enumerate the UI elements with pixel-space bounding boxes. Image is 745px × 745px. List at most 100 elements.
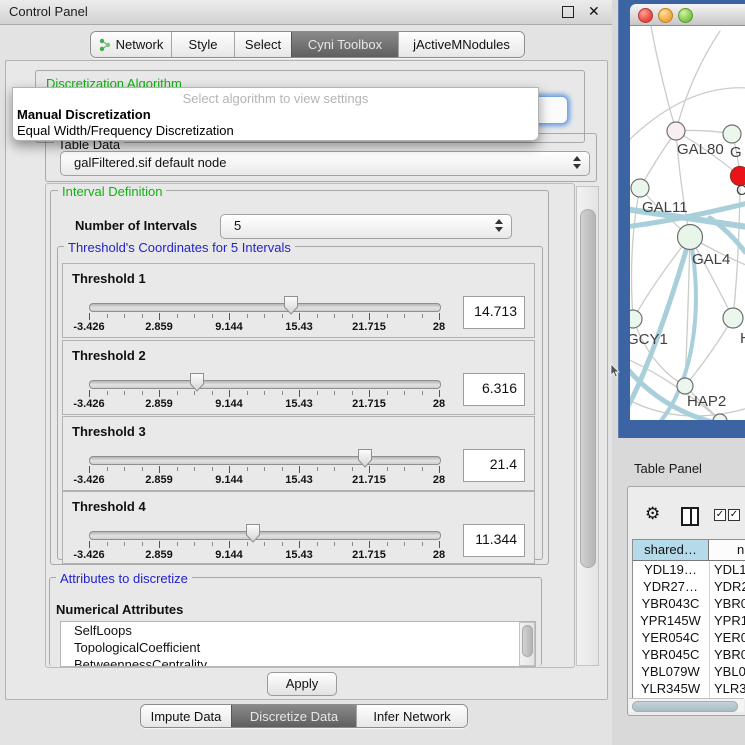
attribute-item[interactable]: TopologicalCoefficient <box>61 639 535 656</box>
network-canvas[interactable]: GAL80GCGAL11GAL4GCY1HHAP2 <box>630 26 745 420</box>
threshold-label: Threshold 3 <box>72 424 146 439</box>
number-of-intervals-combobox[interactable]: 5 <box>220 214 512 239</box>
table-row[interactable]: YDR27…YDR2 <box>633 578 745 595</box>
popup-item-equal-width[interactable]: Equal Width/Frequency Discretization <box>17 123 234 138</box>
minor-tick <box>194 467 195 471</box>
threshold-label: Threshold 4 <box>72 499 146 514</box>
tab-style[interactable]: Style <box>171 32 234 57</box>
minor-tick <box>124 467 125 471</box>
network-node-gcy1[interactable] <box>630 310 642 328</box>
column-divider <box>709 578 710 595</box>
slider-track[interactable] <box>89 380 441 389</box>
tab-jactivemnodules[interactable]: jActiveMNodules <box>398 32 524 57</box>
tab-discretize-data[interactable]: Discretize Data <box>231 705 356 727</box>
table-row[interactable]: YBR045CYBR0 <box>633 646 745 663</box>
table-hscrollbar-track[interactable] <box>629 698 744 712</box>
network-node-h[interactable] <box>723 308 743 328</box>
table-data-combobox[interactable]: galFiltered.sif default node <box>60 151 590 176</box>
table-row[interactable]: YPR145WYPR1 <box>633 612 745 629</box>
tab-label: Cyni Toolbox <box>308 37 382 52</box>
network-node-gal11[interactable] <box>631 179 649 197</box>
network-node-gal4[interactable] <box>678 225 703 250</box>
minor-tick <box>124 314 125 318</box>
network-node-gal80[interactable] <box>667 122 685 140</box>
settings-scrollbar-track[interactable] <box>576 186 599 666</box>
numerical-attributes-list[interactable]: SelfLoopsTopologicalCoefficientBetweenne… <box>60 621 536 667</box>
network-edge <box>633 237 690 319</box>
node-label: H <box>740 330 745 347</box>
minor-tick <box>194 542 195 546</box>
column-divider <box>709 663 710 680</box>
column-header-name[interactable]: n… <box>709 540 745 560</box>
table-hscrollbar-thumb[interactable] <box>632 701 738 712</box>
control-panel-titlebar: Control Panel ✕ <box>0 0 612 25</box>
cell-shared-name: YBR045C <box>633 646 708 663</box>
minimize-traffic-icon[interactable] <box>658 8 673 23</box>
column-divider <box>709 561 710 578</box>
major-tick <box>229 541 230 548</box>
threshold-panel-3: Threshold 3-3.4262.8599.14415.4321.71528… <box>62 416 535 491</box>
attributes-scrollbar-thumb[interactable] <box>522 625 533 657</box>
node-table[interactable]: shared… n… YDL19…YDL1YDR27…YDR2YBR043CYB… <box>632 539 745 699</box>
tab-label: Network <box>116 37 164 52</box>
threshold-value: 11.344 <box>475 531 517 547</box>
table-row[interactable]: YBL079WYBL0 <box>633 663 745 680</box>
cell-shared-name: YDL19… <box>633 561 708 578</box>
threshold-value-field[interactable]: 21.4 <box>463 449 525 482</box>
tab-infer-network[interactable]: Infer Network <box>356 705 467 727</box>
tick-label: 2.859 <box>131 398 187 410</box>
apply-button[interactable]: Apply <box>267 672 337 696</box>
minor-tick <box>404 391 405 395</box>
network-node-g[interactable] <box>723 125 741 143</box>
tick-label: 28 <box>411 474 467 486</box>
slider-track[interactable] <box>89 531 441 540</box>
popup-item-manual-discretization[interactable]: Manual Discretization <box>17 107 151 122</box>
minor-tick <box>107 467 108 471</box>
column-divider <box>709 612 710 629</box>
column-header-shared[interactable]: shared… <box>633 540 709 560</box>
gear-icon[interactable]: ⚙ <box>645 506 660 523</box>
table-row[interactable]: YBR043CYBR0 <box>633 595 745 612</box>
threshold-value-field[interactable]: 14.713 <box>463 296 525 329</box>
table-row[interactable]: YLR345WYLR3 <box>633 680 745 697</box>
table-row[interactable]: YDL19…YDL1 <box>633 561 745 578</box>
tab-select[interactable]: Select <box>234 32 291 57</box>
major-tick <box>159 313 160 320</box>
attributes-scrollbar-track[interactable] <box>519 622 535 666</box>
tab-impute-data[interactable]: Impute Data <box>141 705 231 727</box>
attribute-item[interactable]: BetweennessCentrality <box>61 656 535 667</box>
checkbox-icon[interactable]: ✓ <box>714 509 726 521</box>
minor-tick <box>404 467 405 471</box>
close-traffic-icon[interactable] <box>638 8 653 23</box>
network-node-hap2[interactable] <box>677 378 693 394</box>
zoom-traffic-icon[interactable] <box>678 8 693 23</box>
tab-network[interactable]: Network <box>91 32 171 57</box>
table-row[interactable]: YER054CYER0 <box>633 629 745 646</box>
minor-tick <box>317 314 318 318</box>
major-tick <box>229 390 230 397</box>
tab-label: Infer Network <box>373 709 450 724</box>
slider-handle[interactable] <box>283 295 300 318</box>
float-icon[interactable] <box>562 6 574 18</box>
settings-scrollbar-thumb[interactable] <box>580 209 596 568</box>
minor-tick <box>177 391 178 395</box>
mouse-cursor <box>610 364 621 379</box>
threshold-value-field[interactable]: 11.344 <box>463 524 525 557</box>
close-icon[interactable]: ✕ <box>588 3 600 20</box>
slider-handle[interactable] <box>245 523 262 546</box>
attribute-item[interactable]: SelfLoops <box>61 622 535 639</box>
column-layout-icon[interactable] <box>681 507 699 526</box>
slider-track[interactable] <box>89 456 441 465</box>
network-window-titlebar[interactable] <box>630 4 745 26</box>
slider-handle[interactable] <box>189 372 206 395</box>
column-divider <box>709 629 710 646</box>
tab-cyni-toolbox[interactable]: Cyni Toolbox <box>291 32 398 57</box>
slider-handle[interactable] <box>357 448 374 471</box>
major-tick <box>89 390 90 397</box>
checkbox-icon[interactable]: ✓ <box>728 509 740 521</box>
threshold-value-field[interactable]: 6.316 <box>463 373 525 406</box>
slider-track[interactable] <box>89 303 441 312</box>
tick-label: 9.144 <box>201 549 257 561</box>
thresholds-group-label: Threshold's Coordinates for 5 Intervals <box>64 240 295 255</box>
minor-tick <box>422 467 423 471</box>
